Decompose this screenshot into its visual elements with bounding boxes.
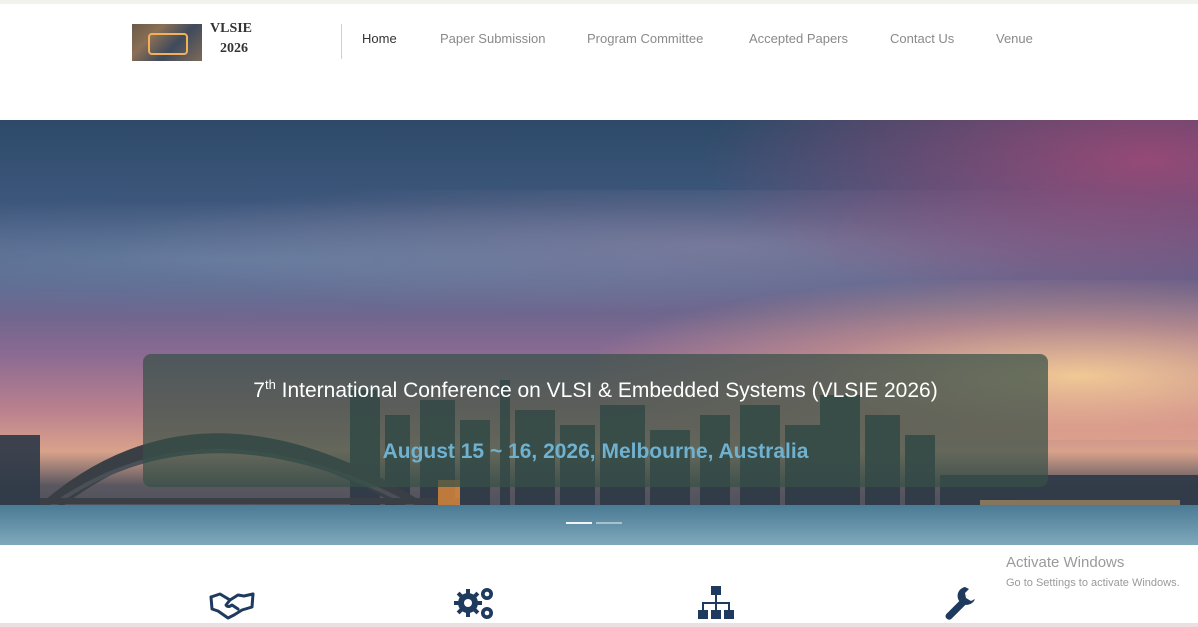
slide-indicator-1[interactable] (566, 522, 592, 524)
bottom-border (0, 623, 1198, 627)
site-header: VLSIE 2026 Home Paper Submission Program… (0, 4, 1198, 120)
conference-title: 7th International Conference on VLSI & E… (253, 377, 938, 402)
header-divider (341, 24, 342, 59)
wrench-icon (945, 587, 975, 620)
watermark-title: Activate Windows (1006, 554, 1125, 571)
nav-accepted-papers[interactable]: Accepted Papers (749, 31, 848, 47)
handshake-icon (209, 592, 255, 620)
logo-text[interactable]: VLSIE 2026 (210, 19, 270, 59)
nav-home[interactable]: Home (362, 31, 397, 47)
logo-image[interactable] (132, 24, 202, 61)
logo-year: 2026 (220, 41, 248, 56)
sitemap-icon (698, 586, 734, 619)
slide-indicator-2[interactable] (596, 522, 622, 524)
hero-slider: 7th International Conference on VLSI & E… (0, 120, 1198, 545)
ordinal-suffix: th (264, 377, 276, 392)
conference-banner: 7th International Conference on VLSI & E… (143, 354, 1048, 487)
nav-program-committee[interactable]: Program Committee (587, 31, 703, 47)
windows-activation-watermark: Activate Windows Go to Settings to activ… (1006, 554, 1198, 590)
nav-venue[interactable]: Venue (996, 31, 1033, 47)
conference-date-location: August 15 ~ 16, 2026, Melbourne, Austral… (382, 440, 809, 463)
logo-title: VLSIE (210, 21, 253, 36)
nav-contact-us[interactable]: Contact Us (890, 31, 954, 47)
nav-paper-submission[interactable]: Paper Submission (440, 31, 546, 47)
watermark-subtitle: Go to Settings to activate Windows. (1006, 577, 1180, 589)
gears-icon (454, 588, 493, 619)
